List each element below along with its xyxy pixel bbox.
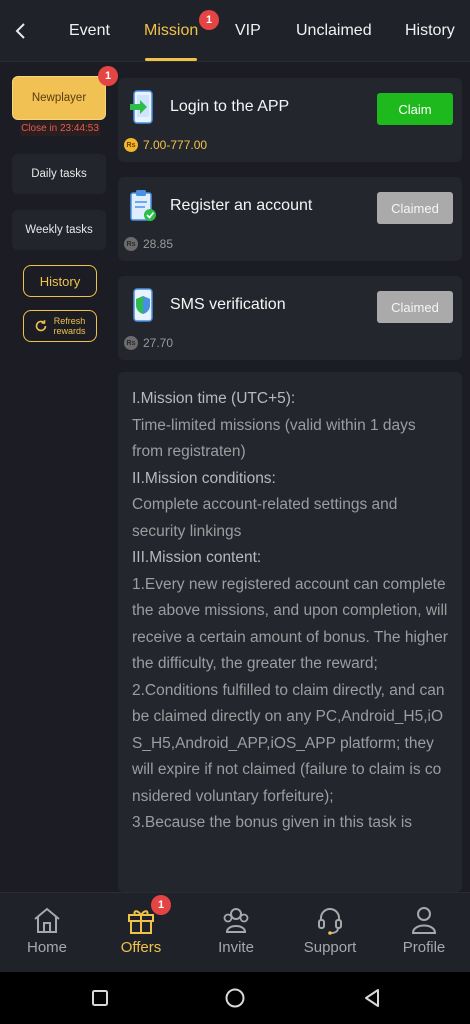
rules-paragraph: 3.Because the bonus given in this task i… xyxy=(132,814,413,831)
android-navigation-bar xyxy=(0,972,470,1024)
refresh-label-line1: Refresh xyxy=(53,316,86,326)
nav-support[interactable]: Support xyxy=(290,893,370,973)
nav-profile[interactable]: Profile xyxy=(384,893,464,973)
rules-paragraph: Complete account-related settings and se… xyxy=(132,496,398,540)
reward-amount: 27.70 xyxy=(143,336,174,350)
task-title: Register an account xyxy=(170,197,313,214)
rupee-coin-icon: Rs xyxy=(124,237,138,251)
refresh-label-line2: rewards xyxy=(53,326,86,336)
invite-icon xyxy=(223,908,249,933)
sidebar: Newplayer 1 Close in 23:44:53 Daily task… xyxy=(0,62,118,892)
rules-paragraph: 1.Every new registered account can compl… xyxy=(132,575,448,673)
task-card-sms: SMS verification Claimed Rs 27.70 xyxy=(118,276,462,360)
rupee-coin-icon: Rs xyxy=(124,138,138,152)
offers-badge: 1 xyxy=(151,895,171,915)
claimed-button[interactable]: Claimed xyxy=(377,291,453,323)
nav-label: Invite xyxy=(218,939,254,956)
task-card-login: Login to the APP Claim Rs 7.00-777.00 xyxy=(118,78,462,162)
task-reward: Rs 27.70 xyxy=(124,336,173,350)
nav-invite[interactable]: Invite xyxy=(196,893,276,973)
history-button[interactable]: History xyxy=(23,265,97,297)
task-reward: Rs 7.00-777.00 xyxy=(124,138,207,152)
refresh-rewards-label: Refresh rewards xyxy=(53,316,85,336)
task-title: Login to the APP xyxy=(170,98,290,115)
rules-heading: I.Mission time (UTC+5): xyxy=(132,390,296,407)
nav-label: Profile xyxy=(402,939,446,956)
recents-icon[interactable] xyxy=(86,984,114,1012)
rules-paragraph: Time-limited missions (valid within 1 da… xyxy=(132,416,416,461)
reward-amount: 7.00-777.00 xyxy=(143,138,208,152)
top-tab-bar: Event Mission 1 VIP Unclaimed History xyxy=(0,0,470,62)
back-triangle-icon[interactable] xyxy=(358,984,386,1012)
nav-home[interactable]: Home xyxy=(7,893,87,973)
task-title: SMS verification xyxy=(170,296,286,313)
sidebar-item-weekly-tasks[interactable]: Weekly tasks xyxy=(12,210,106,250)
refresh-rewards-button[interactable]: Refresh rewards xyxy=(23,310,97,342)
rules-heading: II.Mission conditions: xyxy=(132,469,276,487)
task-reward: Rs 28.85 xyxy=(124,237,173,251)
tab-vip[interactable]: VIP xyxy=(235,22,261,40)
tab-history[interactable]: History xyxy=(405,22,455,40)
back-icon[interactable] xyxy=(8,18,34,44)
home-circle-icon[interactable] xyxy=(221,984,249,1012)
newplayer-badge: 1 xyxy=(98,66,118,86)
headset-icon xyxy=(318,908,342,935)
mission-badge: 1 xyxy=(199,10,219,30)
bottom-nav: Home Offers 1 Invite Support Profile xyxy=(0,892,470,972)
rules-paragraph: 2.Conditions fulfilled to claim directly… xyxy=(132,681,445,805)
claimed-button[interactable]: Claimed xyxy=(377,192,453,224)
claim-button[interactable]: Claim xyxy=(377,93,453,125)
clipboard-check-icon xyxy=(128,189,158,223)
reward-amount: 28.85 xyxy=(143,237,174,251)
tab-unclaimed[interactable]: Unclaimed xyxy=(296,22,372,40)
nav-label: Offers xyxy=(120,939,162,956)
profile-icon xyxy=(411,907,437,934)
tab-mission[interactable]: Mission xyxy=(144,22,198,40)
phone-login-icon xyxy=(128,90,158,124)
tab-event[interactable]: Event xyxy=(69,22,110,40)
refresh-icon xyxy=(36,320,47,332)
mission-rules: I.Mission time (UTC+5): Time-limited mis… xyxy=(118,372,462,892)
rupee-coin-icon: Rs xyxy=(124,336,138,350)
home-icon xyxy=(34,907,60,933)
sidebar-item-newplayer[interactable]: Newplayer xyxy=(12,76,106,120)
countdown-timer: Close in 23:44:53 xyxy=(20,121,100,136)
rules-heading: III.Mission content: xyxy=(132,549,262,566)
task-card-register: Register an account Claimed Rs 28.85 xyxy=(118,177,462,261)
nav-label: Home xyxy=(26,939,67,956)
nav-label: Support xyxy=(303,939,357,956)
sidebar-item-daily-tasks[interactable]: Daily tasks xyxy=(12,154,106,194)
active-tab-indicator xyxy=(145,58,197,61)
shield-phone-icon xyxy=(128,288,158,322)
